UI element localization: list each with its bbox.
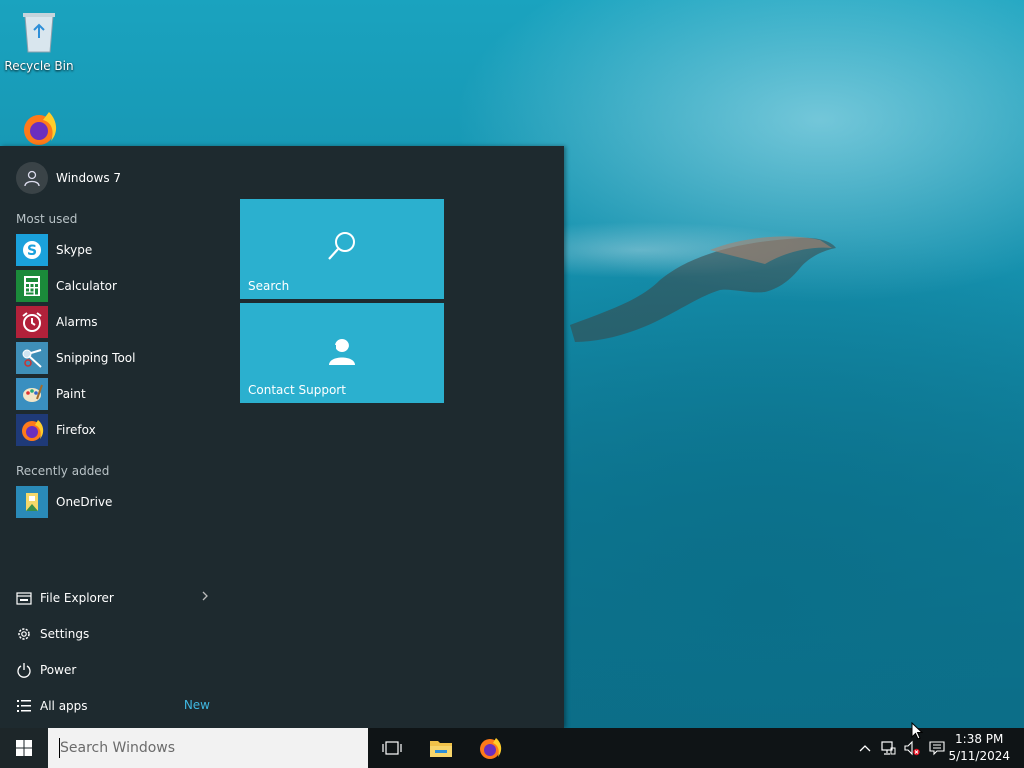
calculator-icon — [16, 270, 48, 302]
file-explorer-icon — [16, 590, 32, 606]
file-explorer-label: File Explorer — [40, 591, 114, 605]
action-center-icon[interactable] — [929, 740, 945, 756]
chevron-right-icon[interactable] — [200, 588, 210, 607]
snipping-tool-icon — [16, 342, 48, 374]
taskbar-file-explorer-button[interactable] — [417, 728, 465, 768]
app-item-skype[interactable]: S Skype — [16, 234, 226, 266]
user-account-button[interactable]: Windows 7 — [16, 162, 121, 194]
taskbar-firefox-button[interactable] — [466, 728, 514, 768]
user-avatar-icon — [16, 162, 48, 194]
clock-time: 1:38 PM — [955, 732, 1004, 746]
settings-button[interactable]: Settings — [16, 622, 216, 646]
task-view-icon — [382, 741, 402, 755]
file-explorer-icon — [430, 741, 452, 757]
all-apps-button[interactable]: All apps New — [16, 694, 216, 718]
chevron-up-icon[interactable] — [857, 740, 873, 756]
firefox-icon — [24, 112, 57, 145]
clock-date: 5/11/2024 — [948, 749, 1010, 763]
windows-logo-icon — [16, 740, 32, 756]
contact-support-icon — [325, 333, 359, 370]
app-item-label: Paint — [56, 387, 86, 401]
power-button[interactable]: Power — [16, 658, 216, 682]
app-item-label: Snipping Tool — [56, 351, 136, 365]
new-badge: New — [183, 698, 210, 712]
taskbar: 1:38 PM 5/11/2024 — [0, 728, 1024, 768]
alarm-clock-icon — [16, 306, 48, 338]
most-used-label: Most used — [16, 212, 78, 226]
app-item-label: Alarms — [56, 315, 98, 329]
power-icon — [16, 662, 32, 678]
app-item-firefox[interactable]: Firefox — [16, 414, 226, 446]
tile-label: Search — [248, 279, 290, 293]
tile-label: Contact Support — [248, 383, 346, 397]
app-item-calculator[interactable]: Calculator — [16, 270, 226, 302]
list-icon — [16, 698, 32, 714]
volume-muted-icon[interactable] — [904, 740, 920, 756]
app-item-paint[interactable]: Paint — [16, 378, 226, 410]
tile-search[interactable]: Search — [240, 199, 444, 299]
app-item-snipping-tool[interactable]: Snipping Tool — [16, 342, 226, 374]
wallpaper-swimmer — [570, 236, 836, 342]
app-item-label: OneDrive — [56, 495, 113, 509]
taskbar-clock[interactable]: 1:38 PM 5/11/2024 — [948, 731, 1010, 765]
app-item-alarms[interactable]: Alarms — [16, 306, 226, 338]
recently-added-label: Recently added — [16, 464, 110, 478]
search-icon — [325, 229, 359, 266]
network-icon[interactable] — [880, 740, 896, 756]
file-explorer-button[interactable]: File Explorer — [16, 586, 216, 610]
app-item-onedrive[interactable]: OneDrive — [16, 486, 226, 518]
power-label: Power — [40, 663, 77, 677]
text-caret — [59, 738, 60, 758]
desktop-icon-firefox[interactable] — [1, 108, 77, 151]
skype-icon: S — [16, 234, 48, 266]
firefox-icon — [480, 738, 502, 759]
tile-contact-support[interactable]: Contact Support — [240, 303, 444, 403]
app-item-label: Firefox — [56, 423, 96, 437]
user-name: Windows 7 — [56, 171, 122, 185]
task-view-button[interactable] — [368, 728, 416, 768]
start-button[interactable] — [0, 728, 48, 768]
onedrive-icon — [16, 486, 48, 518]
taskbar-search-input[interactable] — [48, 728, 368, 768]
start-menu: Windows 7 Most used S Skype Calculator A… — [0, 146, 564, 728]
desktop-icon-recycle-bin[interactable]: Recycle Bin — [1, 8, 77, 73]
firefox-icon — [16, 414, 48, 446]
app-item-label: Calculator — [56, 279, 117, 293]
paint-icon — [16, 378, 48, 410]
settings-label: Settings — [40, 627, 90, 641]
all-apps-label: All apps — [40, 699, 88, 713]
mouse-cursor-icon — [911, 722, 923, 740]
desktop-icon-label: Recycle Bin — [4, 59, 74, 73]
svg-text:S: S — [27, 243, 37, 259]
app-item-label: Skype — [56, 243, 93, 257]
recycle-bin-icon — [23, 13, 55, 53]
gear-icon — [16, 626, 32, 642]
